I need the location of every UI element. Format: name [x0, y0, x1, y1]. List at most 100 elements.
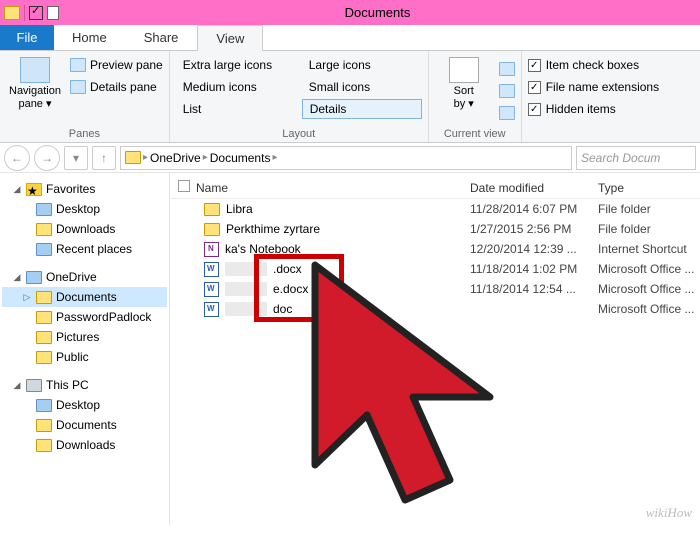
tree-item[interactable]: Downloads [2, 435, 167, 455]
annotation-highlight [254, 254, 344, 322]
file-row[interactable]: Perkthime zyrtare1/27/2015 2:56 PMFile f… [170, 219, 700, 239]
folder-icon [36, 223, 52, 236]
folder-icon [125, 151, 141, 164]
group-show-hide: ✓Item check boxes ✓File name extensions … [522, 51, 665, 142]
tree-item[interactable]: ▷ Documents [2, 287, 167, 307]
preview-pane-button[interactable]: Preview pane [70, 55, 163, 75]
address-bar: ← → ▾ ↑ ▸ OneDrive ▸ Documents ▸ Search … [0, 143, 700, 173]
tree-item[interactable]: Desktop [2, 395, 167, 415]
chevron-icon: ▸ [272, 152, 277, 163]
app-icon [4, 6, 20, 20]
label: Documents [56, 418, 117, 432]
expand-icon[interactable]: ▷ [22, 292, 32, 303]
file-row[interactable]: Libra11/28/2014 6:07 PMFile folder [170, 199, 700, 219]
group-label [528, 126, 659, 140]
hidden-items-toggle[interactable]: ✓ Hidden items [528, 99, 659, 119]
new-folder-icon[interactable] [47, 6, 59, 20]
tree-item[interactable]: Documents [2, 415, 167, 435]
preview-pane-icon [70, 58, 86, 72]
file-name-extensions-toggle[interactable]: ✓ File name extensions [528, 77, 659, 97]
sort-icon [449, 57, 479, 83]
tree-item[interactable]: Downloads [2, 219, 167, 239]
file-row[interactable]: e.docx11/18/2014 12:54 ...Microsoft Offi… [170, 279, 700, 299]
group-current-view: Sortby ▾ Current view [429, 51, 522, 142]
tree-item[interactable]: Desktop [2, 199, 167, 219]
crumb[interactable]: Documents [210, 151, 271, 165]
crumb[interactable]: OneDrive [150, 151, 201, 165]
file-row[interactable]: docMicrosoft Office ... [170, 299, 700, 319]
tab-home[interactable]: Home [54, 25, 126, 50]
view-small-icons[interactable]: Small icons [302, 77, 422, 97]
tree-item[interactable]: Pictures [2, 327, 167, 347]
navigation-pane-button[interactable]: Navigationpane ▾ [6, 55, 64, 126]
back-button[interactable]: ← [4, 145, 30, 171]
forward-button[interactable]: → [34, 145, 60, 171]
up-button[interactable]: ↑ [92, 146, 116, 170]
column-date[interactable]: Date modified [470, 181, 598, 195]
view-extra-large-icons[interactable]: Extra large icons [176, 55, 296, 75]
file-icon [204, 242, 219, 257]
label: This PC [46, 378, 89, 392]
label: Downloads [56, 222, 115, 236]
tree-item[interactable]: Recent places [2, 239, 167, 259]
item-check-boxes-toggle[interactable]: ✓Item check boxes [528, 55, 659, 75]
tree-item[interactable]: Public [2, 347, 167, 367]
file-type: Microsoft Office ... [598, 282, 700, 296]
label: Medium icons [183, 80, 257, 94]
folder-icon [36, 351, 52, 364]
collapse-icon[interactable]: ◢ [12, 272, 22, 283]
label: Preview pane [90, 58, 163, 72]
file-pane: Name Date modified Type Libra11/28/2014 … [170, 173, 700, 525]
properties-icon[interactable] [29, 6, 43, 20]
checkbox-icon: ✓ [528, 59, 541, 72]
tree-item[interactable]: PasswordPadlock [2, 307, 167, 327]
details-pane-button[interactable]: Details pane [70, 77, 163, 97]
folder-icon [36, 439, 52, 452]
tree-thispc[interactable]: ◢ This PC [2, 375, 167, 395]
onedrive-icon [26, 271, 42, 284]
tree-onedrive[interactable]: ◢OneDrive [2, 267, 167, 287]
checkbox-icon: ✓ [528, 81, 541, 94]
separator [24, 5, 25, 21]
label: Small icons [309, 80, 370, 94]
sort-by-button[interactable]: Sortby ▾ [435, 55, 493, 126]
recent-button[interactable]: ▾ [64, 146, 88, 170]
file-row[interactable]: ka's Notebook12/20/2014 12:39 ...Interne… [170, 239, 700, 259]
file-type: Microsoft Office ... [598, 302, 700, 316]
group-label: Current view [435, 126, 515, 140]
label: File name extensions [546, 80, 659, 94]
file-row[interactable]: .docx11/18/2014 1:02 PMMicrosoft Office … [170, 259, 700, 279]
file-icon [204, 223, 220, 236]
view-large-icons[interactable]: Large icons [302, 55, 422, 75]
select-all-checkbox[interactable] [170, 180, 196, 195]
checkbox-icon: ✓ [528, 103, 541, 116]
tab-file[interactable]: File [0, 25, 54, 50]
collapse-icon[interactable]: ◢ [12, 380, 22, 391]
label: Large icons [309, 58, 371, 72]
recent-icon [36, 243, 52, 256]
tab-view[interactable]: View [197, 25, 263, 51]
column-headers: Name Date modified Type [170, 177, 700, 199]
label: Favorites [46, 182, 95, 196]
folder-icon [36, 331, 52, 344]
collapse-icon[interactable]: ◢ [12, 184, 22, 195]
view-details[interactable]: Details [302, 99, 422, 119]
column-type[interactable]: Type [598, 181, 700, 195]
folder-icon [36, 419, 52, 432]
label: Desktop [56, 398, 100, 412]
search-input[interactable]: Search Docum [576, 146, 696, 170]
tab-share[interactable]: Share [126, 25, 198, 50]
label: Public [56, 350, 89, 364]
label: Documents [56, 290, 117, 304]
view-list[interactable]: List [176, 99, 296, 119]
breadcrumb[interactable]: ▸ OneDrive ▸ Documents ▸ [120, 146, 572, 170]
tree-favorites[interactable]: ◢★Favorites [2, 179, 167, 199]
pc-icon [26, 379, 42, 392]
column-name[interactable]: Name [196, 181, 470, 195]
size-columns-button[interactable] [499, 103, 515, 123]
group-by-button[interactable] [499, 59, 515, 79]
view-medium-icons[interactable]: Medium icons [176, 77, 296, 97]
add-columns-button[interactable] [499, 81, 515, 101]
label: Hidden items [546, 102, 616, 116]
file-date: 12/20/2014 12:39 ... [470, 242, 598, 256]
